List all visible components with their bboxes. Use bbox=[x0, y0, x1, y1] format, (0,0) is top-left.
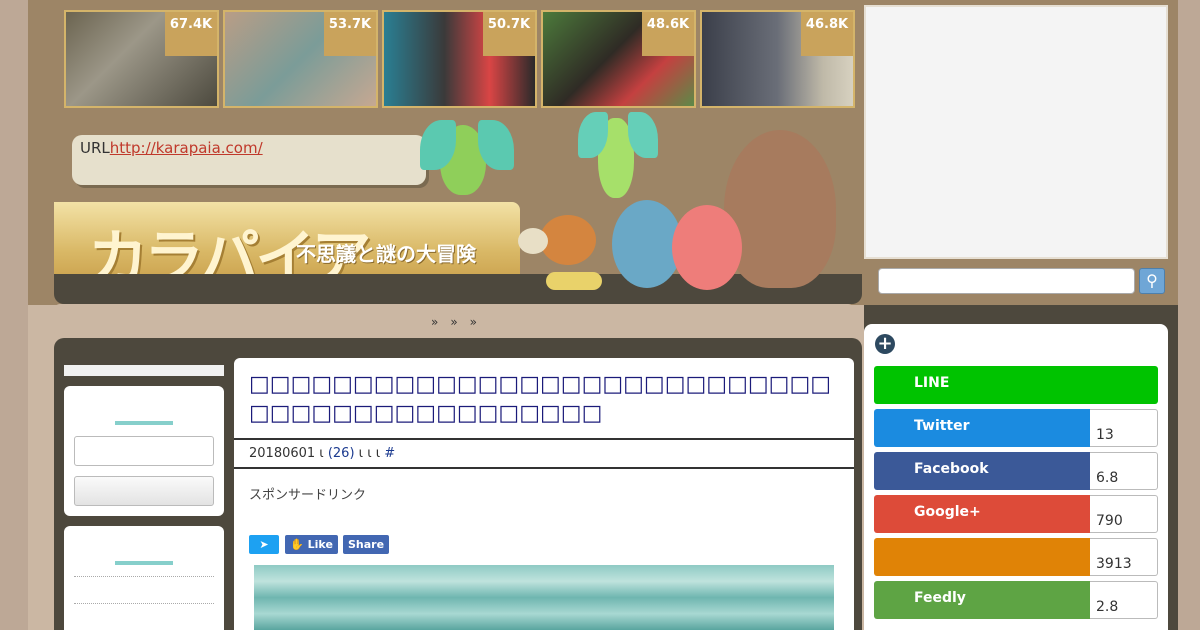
article-meta: 20180601 ι (26) ι ι ι # bbox=[249, 446, 395, 461]
sidebar-search-input[interactable] bbox=[74, 436, 214, 466]
share-hatena[interactable]: 3913 bbox=[874, 538, 1158, 576]
list-divider bbox=[74, 603, 214, 604]
widget-title-line bbox=[115, 421, 173, 425]
facebook-like-button[interactable]: ✋ Like bbox=[285, 535, 338, 554]
tweet-button[interactable]: ➤ bbox=[249, 535, 279, 554]
share-twitter[interactable]: Twitter 13 bbox=[874, 409, 1158, 447]
share-line[interactable]: LINE bbox=[874, 366, 1158, 404]
links-widget bbox=[64, 526, 224, 630]
popular-thumbnails: 67.4K 53.7K 50.7K 48.6K 46.8K bbox=[64, 10, 855, 108]
like-label: Like bbox=[307, 538, 333, 551]
article-title[interactable]: □□□□□□□□□□□□□□□□□□□□□□□□□□□□□□□□□□□□□□□□… bbox=[249, 370, 839, 428]
sidebar-search-button[interactable] bbox=[74, 476, 214, 506]
article-date: 20180601 ι bbox=[249, 446, 324, 461]
thumbnail-2[interactable]: 53.7K bbox=[223, 10, 378, 108]
url-prefix: URL bbox=[80, 139, 110, 157]
share-line-label: LINE bbox=[874, 366, 1158, 404]
share-googleplus-label: Google+ bbox=[874, 495, 1090, 533]
view-count: 53.7K bbox=[324, 12, 376, 56]
list-divider bbox=[74, 576, 214, 577]
share-facebook-label: Facebook bbox=[874, 452, 1090, 490]
url-speech-bubble: URLhttp://karapaia.com/ bbox=[72, 135, 426, 185]
search-widget bbox=[64, 386, 224, 516]
share-googleplus[interactable]: Google+ 790 bbox=[874, 495, 1158, 533]
thumbs-up-icon: ✋ bbox=[290, 538, 304, 551]
hash-link[interactable]: # bbox=[384, 446, 395, 461]
left-sidebar-header bbox=[64, 365, 224, 376]
header-search-input[interactable] bbox=[878, 268, 1135, 294]
article-hero-image bbox=[254, 565, 834, 630]
thumbnail-1[interactable]: 67.4K bbox=[64, 10, 219, 108]
share-twitter-label: Twitter bbox=[874, 409, 1090, 447]
page-bg-right bbox=[1178, 0, 1200, 630]
view-count: 50.7K bbox=[483, 12, 535, 56]
breadcrumb[interactable]: » » » bbox=[54, 304, 854, 338]
share-hatena-label bbox=[874, 538, 1090, 576]
sponsor-label: スポンサードリンク bbox=[249, 488, 367, 503]
plus-icon[interactable]: + bbox=[875, 334, 895, 354]
view-count: 46.8K bbox=[801, 12, 853, 56]
widget-title-line bbox=[115, 561, 173, 565]
search-icon[interactable]: ⚲ bbox=[1139, 268, 1165, 294]
share-hatena-count: 3913 bbox=[1090, 538, 1158, 576]
header-bottom-band bbox=[54, 274, 862, 304]
page-bg-left bbox=[0, 0, 28, 630]
divider bbox=[234, 438, 854, 440]
share-feedly[interactable]: Feedly 2.8 bbox=[874, 581, 1158, 619]
divider bbox=[234, 467, 854, 469]
thumbnail-4[interactable]: 48.6K bbox=[541, 10, 696, 108]
share-feedly-count: 2.8 bbox=[1090, 581, 1158, 619]
share-facebook-count: 6.8 bbox=[1090, 452, 1158, 490]
thumbnail-5[interactable]: 46.8K bbox=[700, 10, 855, 108]
facebook-share-button[interactable]: Share bbox=[343, 535, 389, 554]
share-feedly-label: Feedly bbox=[874, 581, 1090, 619]
site-url-link[interactable]: http://karapaia.com/ bbox=[110, 139, 263, 157]
ad-space[interactable] bbox=[864, 5, 1168, 259]
share-twitter-count: 13 bbox=[1090, 409, 1158, 447]
twitter-bird-icon: ➤ bbox=[259, 538, 269, 551]
meta-tail: ι ι ι bbox=[354, 446, 385, 461]
view-count: 67.4K bbox=[165, 12, 217, 56]
comment-count-link[interactable]: (26) bbox=[328, 446, 355, 461]
share-googleplus-count: 790 bbox=[1090, 495, 1158, 533]
view-count: 48.6K bbox=[642, 12, 694, 56]
thumbnail-3[interactable]: 50.7K bbox=[382, 10, 537, 108]
site-tagline: 不思議と謎の大冒険 bbox=[296, 242, 476, 266]
share-facebook[interactable]: Facebook 6.8 bbox=[874, 452, 1158, 490]
